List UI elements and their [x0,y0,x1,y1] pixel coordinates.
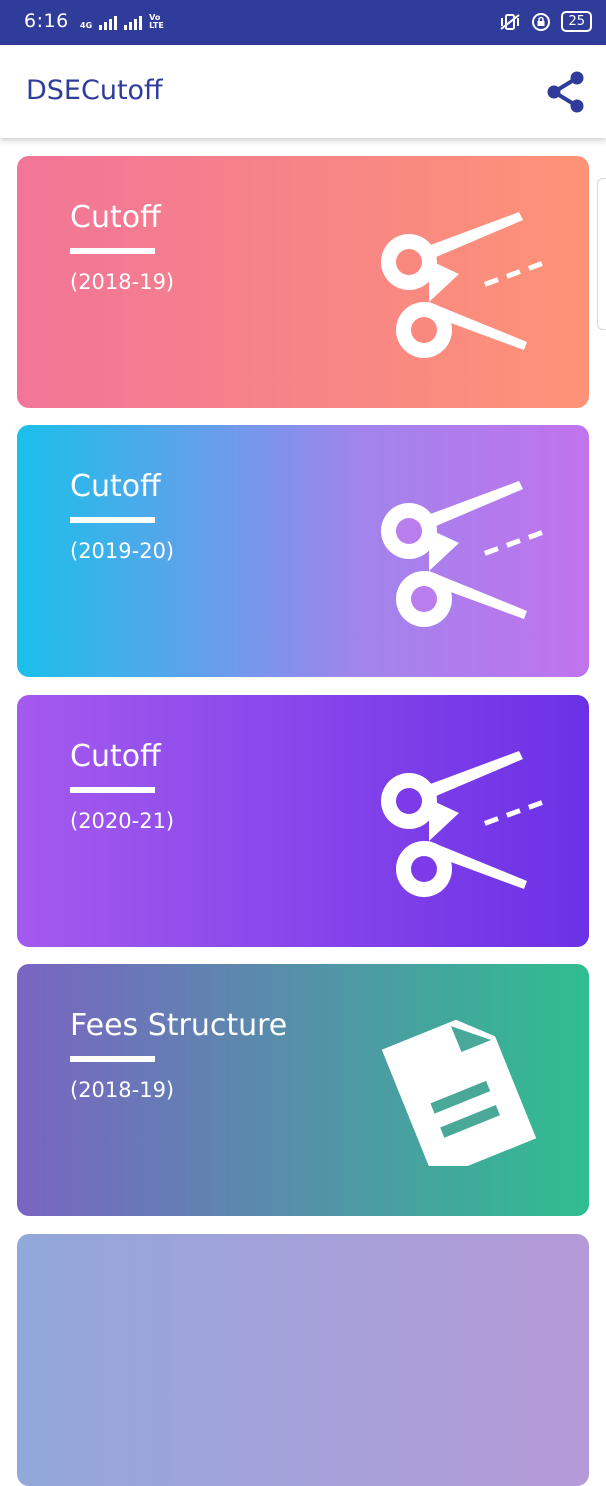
card-title: Cutoff [70,739,161,774]
card-cutoff-2019-20[interactable]: Cutoff (2019-20) [17,425,589,677]
volte-label: Vo LTE [149,13,164,30]
card-partial[interactable] [17,1234,589,1486]
card-fees-structure-2018-19[interactable]: Fees Structure (2018-19) [17,964,589,1216]
scissors-icon [381,751,543,897]
card-subtitle: (2020-21) [70,809,175,833]
status-bar: 6:16 4G Vo LTE 25 [0,0,606,45]
signal-icon-2 [124,14,143,30]
status-right-icons: 25 [499,11,592,32]
app-bar: DSECutoff [0,45,606,138]
card-subtitle: (2018-19) [70,1078,175,1102]
lock-rotation-icon [532,12,551,31]
status-time: 6:16 [24,10,69,32]
share-icon[interactable] [546,71,586,113]
app-title: DSECutoff [26,75,163,106]
network-type-label: 4G [80,21,93,30]
scissors-icon [381,481,543,627]
card-title: Fees Structure [70,1008,288,1043]
card-cutoff-2018-19[interactable]: Cutoff (2018-19) [17,156,589,408]
card-title: Cutoff [70,200,161,235]
document-icon [381,1019,537,1166]
vibrate-mute-icon [500,13,521,30]
title-underline [70,787,155,793]
battery-indicator: 25 [561,11,592,32]
title-underline [70,248,155,254]
card-cutoff-2020-21[interactable]: Cutoff (2020-21) [17,695,589,947]
scissors-icon [381,212,543,358]
title-underline [70,1056,155,1062]
title-underline [70,517,155,523]
card-subtitle: (2018-19) [70,270,175,294]
card-subtitle: (2019-20) [70,539,175,563]
signal-icon [99,14,118,30]
status-network-icons: 4G Vo LTE [80,14,171,30]
scroll-indicator [597,178,606,330]
card-title: Cutoff [70,469,161,504]
